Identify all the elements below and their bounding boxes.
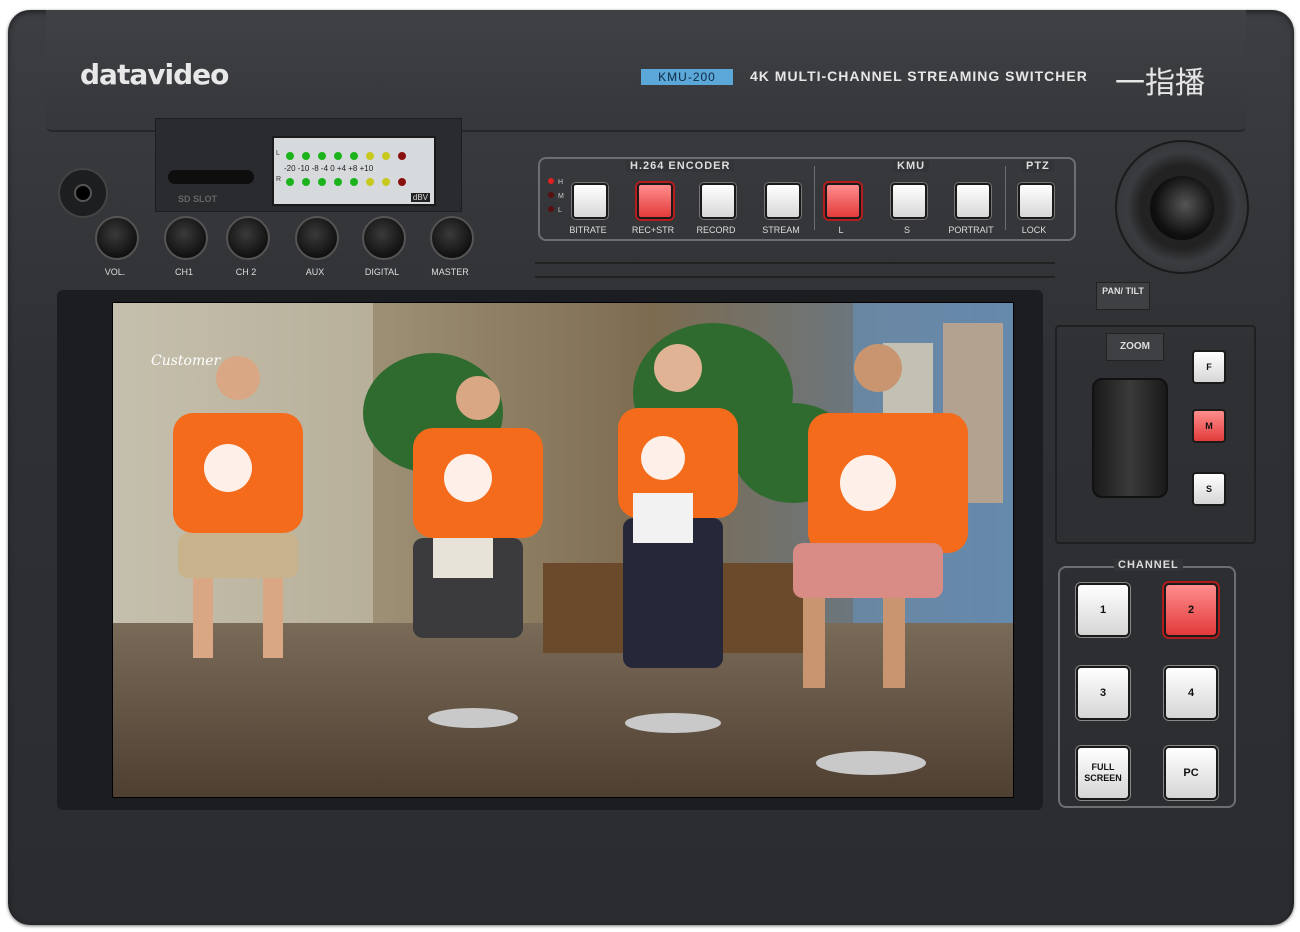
meter-scale: -20 -10 -8 -4 0 +4 +8 +10 bbox=[284, 164, 374, 173]
bitrate-button[interactable] bbox=[572, 183, 608, 219]
speed-medium-button[interactable]: M bbox=[1192, 409, 1226, 443]
meter-unit: dBV bbox=[410, 193, 430, 202]
bitrate-indicators: H M L bbox=[548, 178, 564, 214]
wall-sign: Customer bbox=[151, 353, 222, 369]
portrait-label: PORTRAIT bbox=[948, 225, 994, 235]
kmu-s-button[interactable] bbox=[891, 183, 927, 219]
channel-1-button[interactable]: 1 bbox=[1076, 583, 1130, 637]
meter-l-label: L bbox=[276, 150, 280, 157]
kmu-l-button[interactable] bbox=[825, 183, 861, 219]
knob-master[interactable] bbox=[430, 216, 474, 260]
group-divider bbox=[1005, 166, 1006, 230]
group-title-h264: H.264 ENCODER bbox=[626, 160, 735, 172]
record-label: RECORD bbox=[696, 225, 736, 235]
knob-label-vol: VOL. bbox=[104, 267, 126, 277]
chinese-name: 一指播 bbox=[1115, 67, 1205, 100]
monitor-screen: Customer bbox=[112, 302, 1014, 798]
indicator-l: L bbox=[558, 207, 562, 214]
knob-ch2[interactable] bbox=[226, 216, 270, 260]
sd-slot[interactable] bbox=[168, 170, 254, 184]
group-divider bbox=[814, 166, 815, 230]
vent-slot bbox=[535, 262, 1055, 278]
sd-slot-label: SD SLOT bbox=[178, 194, 218, 204]
brand-logo: datavideo bbox=[80, 58, 229, 91]
stream-button[interactable] bbox=[765, 183, 801, 219]
meter-row-right bbox=[286, 178, 414, 186]
knob-label-ch2: CH 2 bbox=[235, 267, 257, 277]
kmu-l-label: L bbox=[838, 225, 844, 235]
speed-slow-button[interactable]: S bbox=[1192, 472, 1226, 506]
rec-str-button[interactable] bbox=[637, 183, 673, 219]
meter-r-label: R bbox=[276, 176, 282, 183]
group-title-kmu: KMU bbox=[893, 160, 930, 172]
pan-tilt-button[interactable]: PAN/ TILT bbox=[1096, 282, 1150, 310]
record-button[interactable] bbox=[700, 183, 736, 219]
speed-fast-button[interactable]: F bbox=[1192, 350, 1226, 384]
lock-button[interactable] bbox=[1018, 183, 1054, 219]
knob-aux[interactable] bbox=[295, 216, 339, 260]
knob-ch1[interactable] bbox=[164, 216, 208, 260]
pc-button[interactable]: PC bbox=[1164, 746, 1218, 800]
channel-2-button[interactable]: 2 bbox=[1164, 583, 1218, 637]
knob-vol[interactable] bbox=[95, 216, 139, 260]
lock-label: LOCK bbox=[1021, 225, 1047, 235]
indicator-m: M bbox=[558, 193, 564, 200]
channel-4-button[interactable]: 4 bbox=[1164, 666, 1218, 720]
product-subtitle: 4K MULTI-CHANNEL STREAMING SWITCHER bbox=[750, 68, 1088, 84]
portrait-button[interactable] bbox=[955, 183, 991, 219]
zoom-label: ZOOM bbox=[1106, 333, 1164, 361]
rec-str-label: REC+STR bbox=[631, 225, 675, 235]
channel-title: CHANNEL bbox=[1114, 559, 1183, 571]
kmu-s-label: S bbox=[903, 225, 910, 235]
zoom-rocker[interactable] bbox=[1092, 378, 1168, 498]
model-badge: KMU-200 bbox=[641, 69, 733, 85]
knob-label-master: MASTER bbox=[431, 267, 469, 277]
full-screen-button[interactable]: FULL SCREEN bbox=[1076, 746, 1130, 800]
headphone-jack-socket bbox=[74, 184, 92, 202]
channel-3-button[interactable]: 3 bbox=[1076, 666, 1130, 720]
meter-row-left bbox=[286, 152, 414, 160]
studio-scene: Customer bbox=[113, 303, 1013, 797]
group-title-ptz: PTZ bbox=[1022, 160, 1054, 172]
ptz-joystick[interactable] bbox=[1150, 176, 1214, 240]
knob-digital[interactable] bbox=[362, 216, 406, 260]
bitrate-label: BITRATE bbox=[569, 225, 607, 235]
audio-level-meter: L R -20 -10 -8 -4 0 +4 +8 +10 dBV bbox=[272, 136, 436, 206]
indicator-h: H bbox=[558, 179, 564, 186]
